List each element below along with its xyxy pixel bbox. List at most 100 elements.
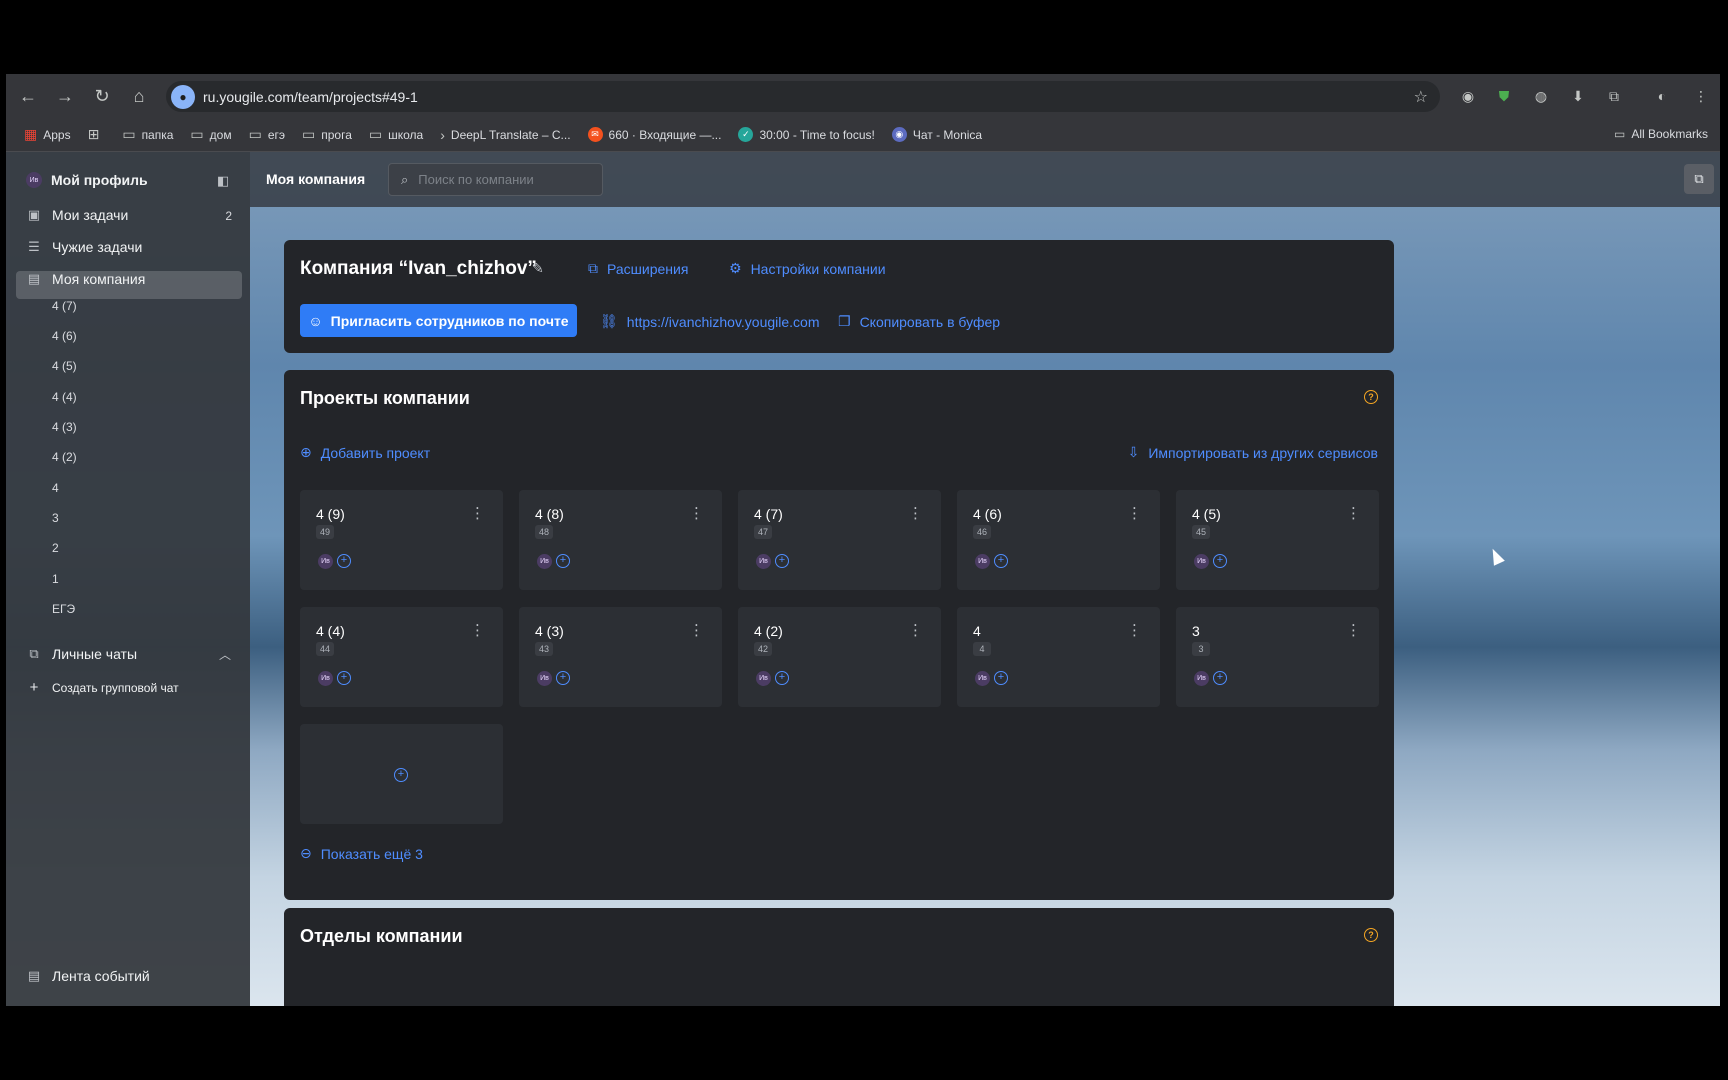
invite-by-email-button[interactable]: ☺ Пригласить сотрудников по почте [300, 304, 577, 337]
reload-icon[interactable]: ↻ [84, 80, 120, 112]
company-settings-link[interactable]: ⚙ Настройки компании [729, 260, 886, 277]
back-icon[interactable]: ← [10, 80, 46, 112]
create-group-chat[interactable]: + Создать групповой чат [26, 679, 179, 696]
more-options-icon[interactable]: ⋮ [470, 621, 485, 639]
sidebar-project[interactable]: 4 (3) [52, 420, 77, 434]
mic-icon[interactable]: ● [171, 84, 195, 109]
bookmark-mail[interactable]: ✉ 660 · Входящие —... [587, 127, 721, 142]
help-icon[interactable]: ? [1364, 390, 1378, 404]
collapse-sidebar-icon[interactable]: ◧ [217, 173, 229, 189]
company-url-link[interactable]: ⛓ https://ivanchizhov.yougile.com [600, 313, 820, 330]
sidebar-item-my-company[interactable]: ▤ Моя компания [26, 271, 145, 287]
more-options-icon[interactable]: ⋮ [908, 621, 923, 639]
bookmark-apps[interactable]: ▦ Apps [24, 126, 71, 143]
help-icon[interactable]: ? [1364, 928, 1378, 942]
project-card[interactable]: 4 (6) 46 ⋮ Ив + [957, 490, 1160, 590]
add-member-icon[interactable]: + [1213, 554, 1227, 568]
new-project-card[interactable]: + [300, 724, 503, 824]
add-member-icon[interactable]: + [337, 554, 351, 568]
show-more-link[interactable]: ⊖ Показать ещё 3 [300, 845, 423, 862]
sidebar-project[interactable]: 4 (4) [52, 390, 77, 404]
forward-icon[interactable]: → [47, 80, 83, 112]
project-card[interactable]: 4 (5) 45 ⋮ Ив + [1176, 490, 1379, 590]
project-card[interactable]: 3 3 ⋮ Ив + [1176, 607, 1379, 707]
sidebar-profile[interactable]: Ив Мой профиль [26, 172, 148, 188]
add-member-icon[interactable]: + [775, 671, 789, 685]
bookmark-deepl[interactable]: › DeepL Translate – С... [440, 127, 570, 143]
project-card[interactable]: 4 (9) 49 ⋮ Ив + [300, 490, 503, 590]
more-options-icon[interactable]: ⋮ [470, 504, 485, 522]
copy-to-clipboard-link[interactable]: ❐ Скопировать в буфер [838, 313, 1000, 330]
project-card[interactable]: 4 4 ⋮ Ив + [957, 607, 1160, 707]
page-title: Моя компания [266, 171, 366, 187]
bookmark-star-icon[interactable]: ☆ [1414, 87, 1428, 107]
bookmark-folder-papka[interactable]: ▭ папка [122, 126, 173, 143]
import-link[interactable]: ⇩ Импортировать из других сервисов [1128, 444, 1378, 461]
home-icon[interactable]: ⌂ [121, 80, 157, 112]
search-box[interactable]: ⌕ [388, 163, 603, 196]
project-card[interactable]: 4 (7) 47 ⋮ Ив + [738, 490, 941, 590]
sidebar-item-my-tasks[interactable]: ▣ Мои задачи [26, 207, 236, 223]
bookmark-tab-groups[interactable]: ⊞ [88, 126, 106, 143]
more-options-icon[interactable]: ⋮ [1346, 504, 1361, 522]
sidebar-project[interactable]: 2 [52, 541, 59, 555]
bookmark-monica[interactable]: ◉ Чат - Monica [891, 127, 982, 142]
shield-extension-icon[interactable]: ⛊ [1493, 85, 1515, 107]
add-member-icon[interactable]: + [556, 671, 570, 685]
bookmark-folder-proga[interactable]: ▭ прога [302, 126, 352, 143]
sidebar-project[interactable]: ЕГЭ [52, 602, 75, 616]
bookmark-focus[interactable]: ✓ 30:00 - Time to focus! [738, 127, 875, 142]
project-number: 4 [973, 642, 991, 656]
add-member-icon[interactable]: + [1213, 671, 1227, 685]
sidebar-item-personal-chats[interactable]: ⧉ Личные чаты [26, 646, 137, 662]
project-card[interactable]: 4 (3) 43 ⋮ Ив + [519, 607, 722, 707]
globe-extension-icon[interactable]: ◍ [1530, 85, 1552, 107]
download-icon[interactable]: ⬇ [1567, 85, 1589, 107]
address-bar[interactable]: ● ru.yougile.com/team/projects#49-1 ☆ [166, 81, 1440, 112]
sidebar-project[interactable]: 4 (7) [52, 299, 77, 313]
sidebar-item-others-tasks[interactable]: ☰ Чужие задачи [26, 239, 142, 255]
edit-icon[interactable]: ✎ [532, 260, 544, 277]
panel-toggle-icon[interactable]: ⧉ [1684, 164, 1714, 194]
departments-panel: Отделы компании ? [284, 908, 1394, 1006]
folder-icon: ▭ [122, 126, 136, 142]
profile-avatar-icon[interactable]: ◐ [1651, 85, 1673, 107]
more-options-icon[interactable]: ⋮ [908, 504, 923, 522]
sidebar-item-events-feed[interactable]: ▤ Лента событий [26, 968, 150, 984]
puzzle-icon: ⧉ [588, 260, 598, 276]
address-bar-url[interactable]: ru.yougile.com/team/projects#49-1 [203, 89, 418, 105]
sidebar-project[interactable]: 1 [52, 572, 59, 586]
browser-menu-icon[interactable]: ⋮ [1690, 85, 1712, 107]
bookmark-folder-ege[interactable]: ▭ егэ [249, 126, 285, 143]
more-options-icon[interactable]: ⋮ [1127, 504, 1142, 522]
extensions-puzzle-icon[interactable]: ⧉ [1603, 85, 1625, 107]
search-input[interactable] [418, 172, 579, 187]
add-member-icon[interactable]: + [556, 554, 570, 568]
add-member-icon[interactable]: + [337, 671, 351, 685]
project-card[interactable]: 4 (4) 44 ⋮ Ив + [300, 607, 503, 707]
project-card[interactable]: 4 (2) 42 ⋮ Ив + [738, 607, 941, 707]
project-card[interactable]: 4 (8) 48 ⋮ Ив + [519, 490, 722, 590]
project-number: 48 [535, 525, 553, 539]
sidebar-project[interactable]: 3 [52, 511, 59, 525]
all-bookmarks[interactable]: ▭ All Bookmarks [1614, 127, 1708, 141]
bookmark-folder-shkola[interactable]: ▭ школа [369, 126, 423, 143]
more-options-icon[interactable]: ⋮ [689, 621, 704, 639]
bookmark-folder-dom[interactable]: ▭ дом [190, 126, 231, 143]
more-options-icon[interactable]: ⋮ [689, 504, 704, 522]
chevron-up-icon[interactable]: ︿ [219, 646, 231, 663]
add-member-icon[interactable]: + [775, 554, 789, 568]
add-project-link[interactable]: ⊕ Добавить проект [300, 444, 430, 461]
plus-icon: + [29, 679, 39, 696]
more-options-icon[interactable]: ⋮ [1346, 621, 1361, 639]
project-number: 3 [1192, 642, 1210, 656]
extensions-link[interactable]: ⧉ Расширения [588, 260, 688, 277]
sidebar-project[interactable]: 4 (6) [52, 329, 77, 343]
sidebar-project[interactable]: 4 [52, 481, 59, 495]
add-member-icon[interactable]: + [994, 554, 1008, 568]
more-options-icon[interactable]: ⋮ [1127, 621, 1142, 639]
monica-extension-icon[interactable]: ◉ [1457, 85, 1479, 107]
add-member-icon[interactable]: + [994, 671, 1008, 685]
sidebar-project[interactable]: 4 (2) [52, 450, 77, 464]
sidebar-project[interactable]: 4 (5) [52, 359, 77, 373]
